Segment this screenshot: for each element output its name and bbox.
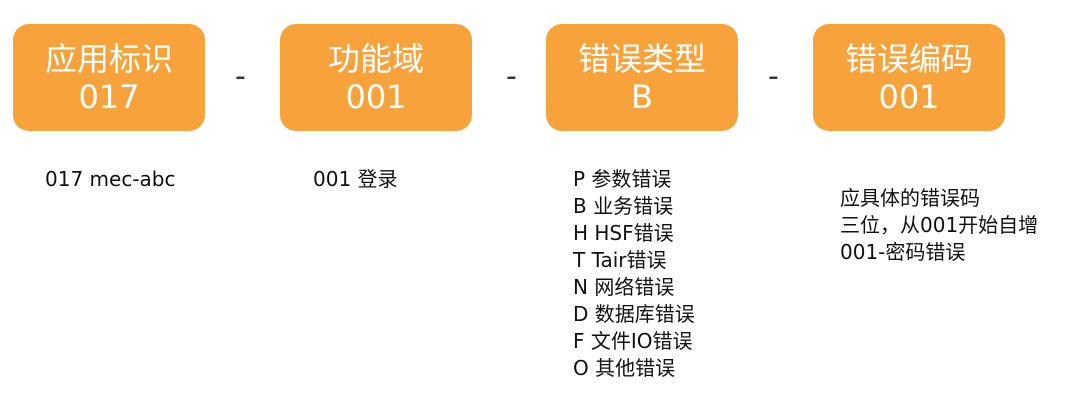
error-code-box-function-domain: 功能域 001 (280, 24, 472, 131)
description-line: 三位，从001开始自增 (840, 213, 1039, 237)
description-line: P 参数错误 (573, 167, 672, 191)
description-line: 001 登录 (313, 167, 398, 191)
separator-dash: - (235, 59, 246, 94)
description-line: T Tair错误 (573, 248, 667, 272)
separator-dash: - (506, 59, 517, 94)
description-line: N 网络错误 (573, 275, 675, 299)
description-line: 017 mec-abc (45, 167, 176, 191)
box-code: 001 (878, 77, 940, 116)
separator-dash: - (768, 59, 779, 94)
box-code: 001 (345, 77, 407, 116)
error-code-box-app-id: 应用标识 017 (13, 24, 205, 131)
description-line: O 其他错误 (573, 356, 676, 380)
box-title: 功能域 (327, 39, 424, 78)
description-line: 001-密码错误 (840, 240, 966, 264)
error-code-box-error-type: 错误类型 B (546, 24, 738, 131)
box-title: 错误编码 (844, 39, 973, 78)
error-code-box-error-number: 错误编码 001 (813, 24, 1005, 131)
box-code: B (631, 77, 653, 116)
description-app-id: 017 mec-abc (45, 166, 175, 193)
description-error-number: 应具体的错误码 三位，从001开始自增 001-密码错误 (840, 185, 1038, 266)
description-line: D 数据库错误 (573, 302, 695, 326)
description-line: F 文件IO错误 (573, 329, 693, 353)
description-error-type-list: P 参数错误 B 业务错误 H HSF错误 T Tair错误 N 网络错误 D … (573, 166, 695, 382)
description-line: 应具体的错误码 (840, 186, 980, 210)
description-line: B 业务错误 (573, 194, 674, 218)
description-function-domain: 001 登录 (313, 166, 398, 193)
box-title: 应用标识 (44, 39, 173, 78)
box-code: 017 (78, 77, 140, 116)
box-title: 错误类型 (577, 39, 706, 78)
description-line: H HSF错误 (573, 221, 674, 245)
